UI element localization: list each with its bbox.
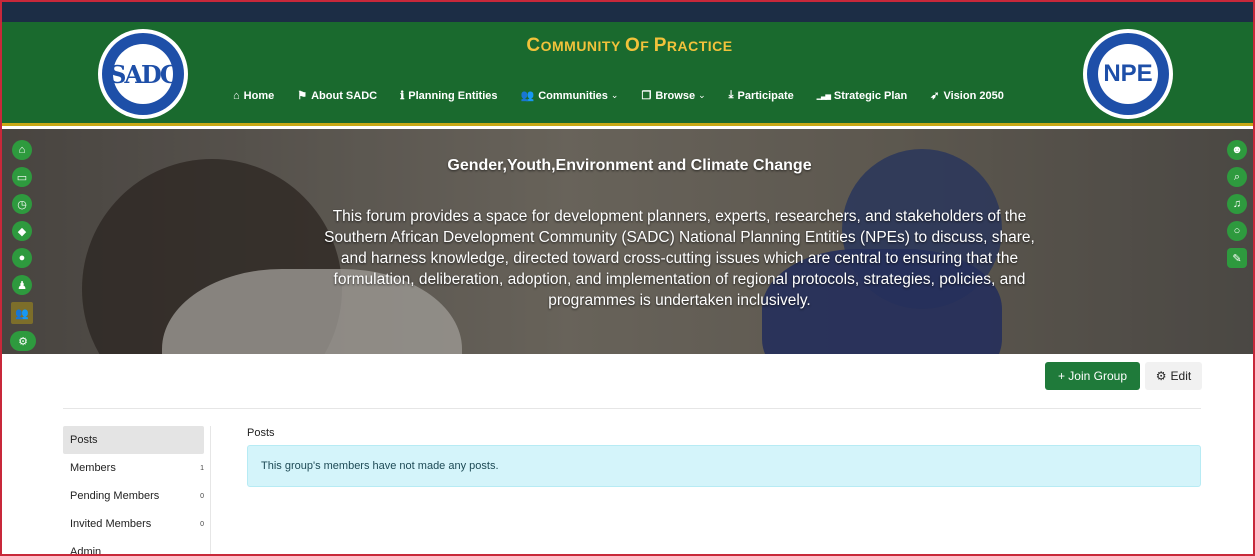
- site-title[interactable]: COMMUNITY OF PRACTICE: [2, 35, 1253, 57]
- sidebar-divider: [210, 426, 211, 554]
- inbox-icon[interactable]: ▭: [12, 167, 32, 187]
- chat-icon[interactable]: ○: [1227, 221, 1247, 241]
- count-badge: 0: [200, 492, 204, 500]
- top-strip: [2, 2, 1253, 22]
- nav-strategic-plan[interactable]: ▁▃▅ Strategic Plan: [817, 89, 908, 102]
- window-icon: ❐: [641, 90, 652, 102]
- search-icon[interactable]: ⌕: [1227, 167, 1247, 187]
- count-badge: 1: [200, 464, 204, 472]
- sidebar-item-invited-members[interactable]: Invited Members 0: [63, 510, 211, 538]
- nav-about-sadc[interactable]: ⚑ About SADC: [297, 89, 377, 103]
- chevron-down-icon: ⌄: [610, 90, 619, 100]
- rocket-icon: ➶: [930, 90, 940, 102]
- sadc-logo[interactable]: SADC: [98, 29, 188, 119]
- cogs-icon[interactable]: ⚙: [10, 331, 36, 351]
- group-icon[interactable]: 👥: [11, 302, 33, 324]
- flag-icon: ⚑: [297, 90, 308, 102]
- group-sidebar: Posts Members 1 Pending Members 0 Invite…: [63, 426, 211, 554]
- bell-icon[interactable]: ♫: [1227, 194, 1247, 214]
- users-icon: 👥: [520, 90, 535, 102]
- count-badge: 0: [200, 520, 204, 528]
- right-toolbar: ☻ ⌕ ♫ ○ ✎: [1227, 140, 1251, 275]
- nav-planning-entities[interactable]: ℹ Planning Entities: [400, 89, 497, 103]
- group-cover: Gender,Youth,Environment and Climate Cha…: [2, 129, 1253, 354]
- info-icon: ℹ: [400, 90, 405, 102]
- gear-icon: ⚙: [1155, 369, 1167, 383]
- divider: [63, 408, 1201, 409]
- sidebar-item-pending-members[interactable]: Pending Members 0: [63, 482, 211, 510]
- signal-icon: ▁▃▅: [816, 92, 831, 100]
- group-description: This forum provides a space for developm…: [324, 208, 1035, 309]
- npe-logo[interactable]: NPE: [1083, 29, 1173, 119]
- sidebar-item-posts[interactable]: Posts: [63, 426, 204, 454]
- clock-icon[interactable]: ◷: [12, 194, 32, 214]
- site-header: COMMUNITY OF PRACTICE SADC NPE ⌂ Home ⚑ …: [2, 22, 1253, 126]
- nav-participate[interactable]: ⤓ Participate: [729, 89, 794, 102]
- chevron-down-icon: ⌄: [698, 90, 706, 100]
- group-title: Gender,Youth,Environment and Climate Cha…: [447, 157, 812, 174]
- empty-posts-notice: This group's members have not made any p…: [247, 445, 1201, 487]
- download-icon: ⤓: [728, 89, 734, 101]
- edit-button[interactable]: ⚙ Edit: [1145, 362, 1202, 390]
- left-toolbar: ⌂ ▭ ◷ ◆ ● ♟ 👥 ⚙: [10, 140, 36, 358]
- user-icon[interactable]: ♟: [12, 275, 32, 295]
- nav-browse[interactable]: ❐ Browse ⌄: [641, 89, 706, 103]
- main-nav: ⌂ Home ⚑ About SADC ℹ Planning Entities …: [233, 89, 1027, 102]
- browser-page: COMMUNITY OF PRACTICE SADC NPE ⌂ Home ⚑ …: [0, 0, 1255, 556]
- nav-home[interactable]: ⌂ Home: [233, 89, 274, 102]
- section-title: Posts: [247, 427, 275, 439]
- nav-vision-2050[interactable]: ➶ Vision 2050: [930, 89, 1004, 103]
- home-icon[interactable]: ⌂: [12, 140, 32, 160]
- fire-icon[interactable]: ●: [12, 248, 32, 268]
- sidebar-item-admin[interactable]: Admin: [63, 538, 211, 554]
- compose-icon[interactable]: ✎: [1227, 248, 1247, 268]
- sidebar-item-members[interactable]: Members 1: [63, 454, 211, 482]
- join-group-button[interactable]: + Join Group: [1045, 362, 1140, 390]
- home-icon: ⌂: [233, 89, 240, 102]
- nav-communities[interactable]: 👥 Communities ⌄: [520, 89, 619, 103]
- avatar-icon[interactable]: ☻: [1227, 140, 1247, 160]
- tags-icon[interactable]: ◆: [12, 221, 32, 241]
